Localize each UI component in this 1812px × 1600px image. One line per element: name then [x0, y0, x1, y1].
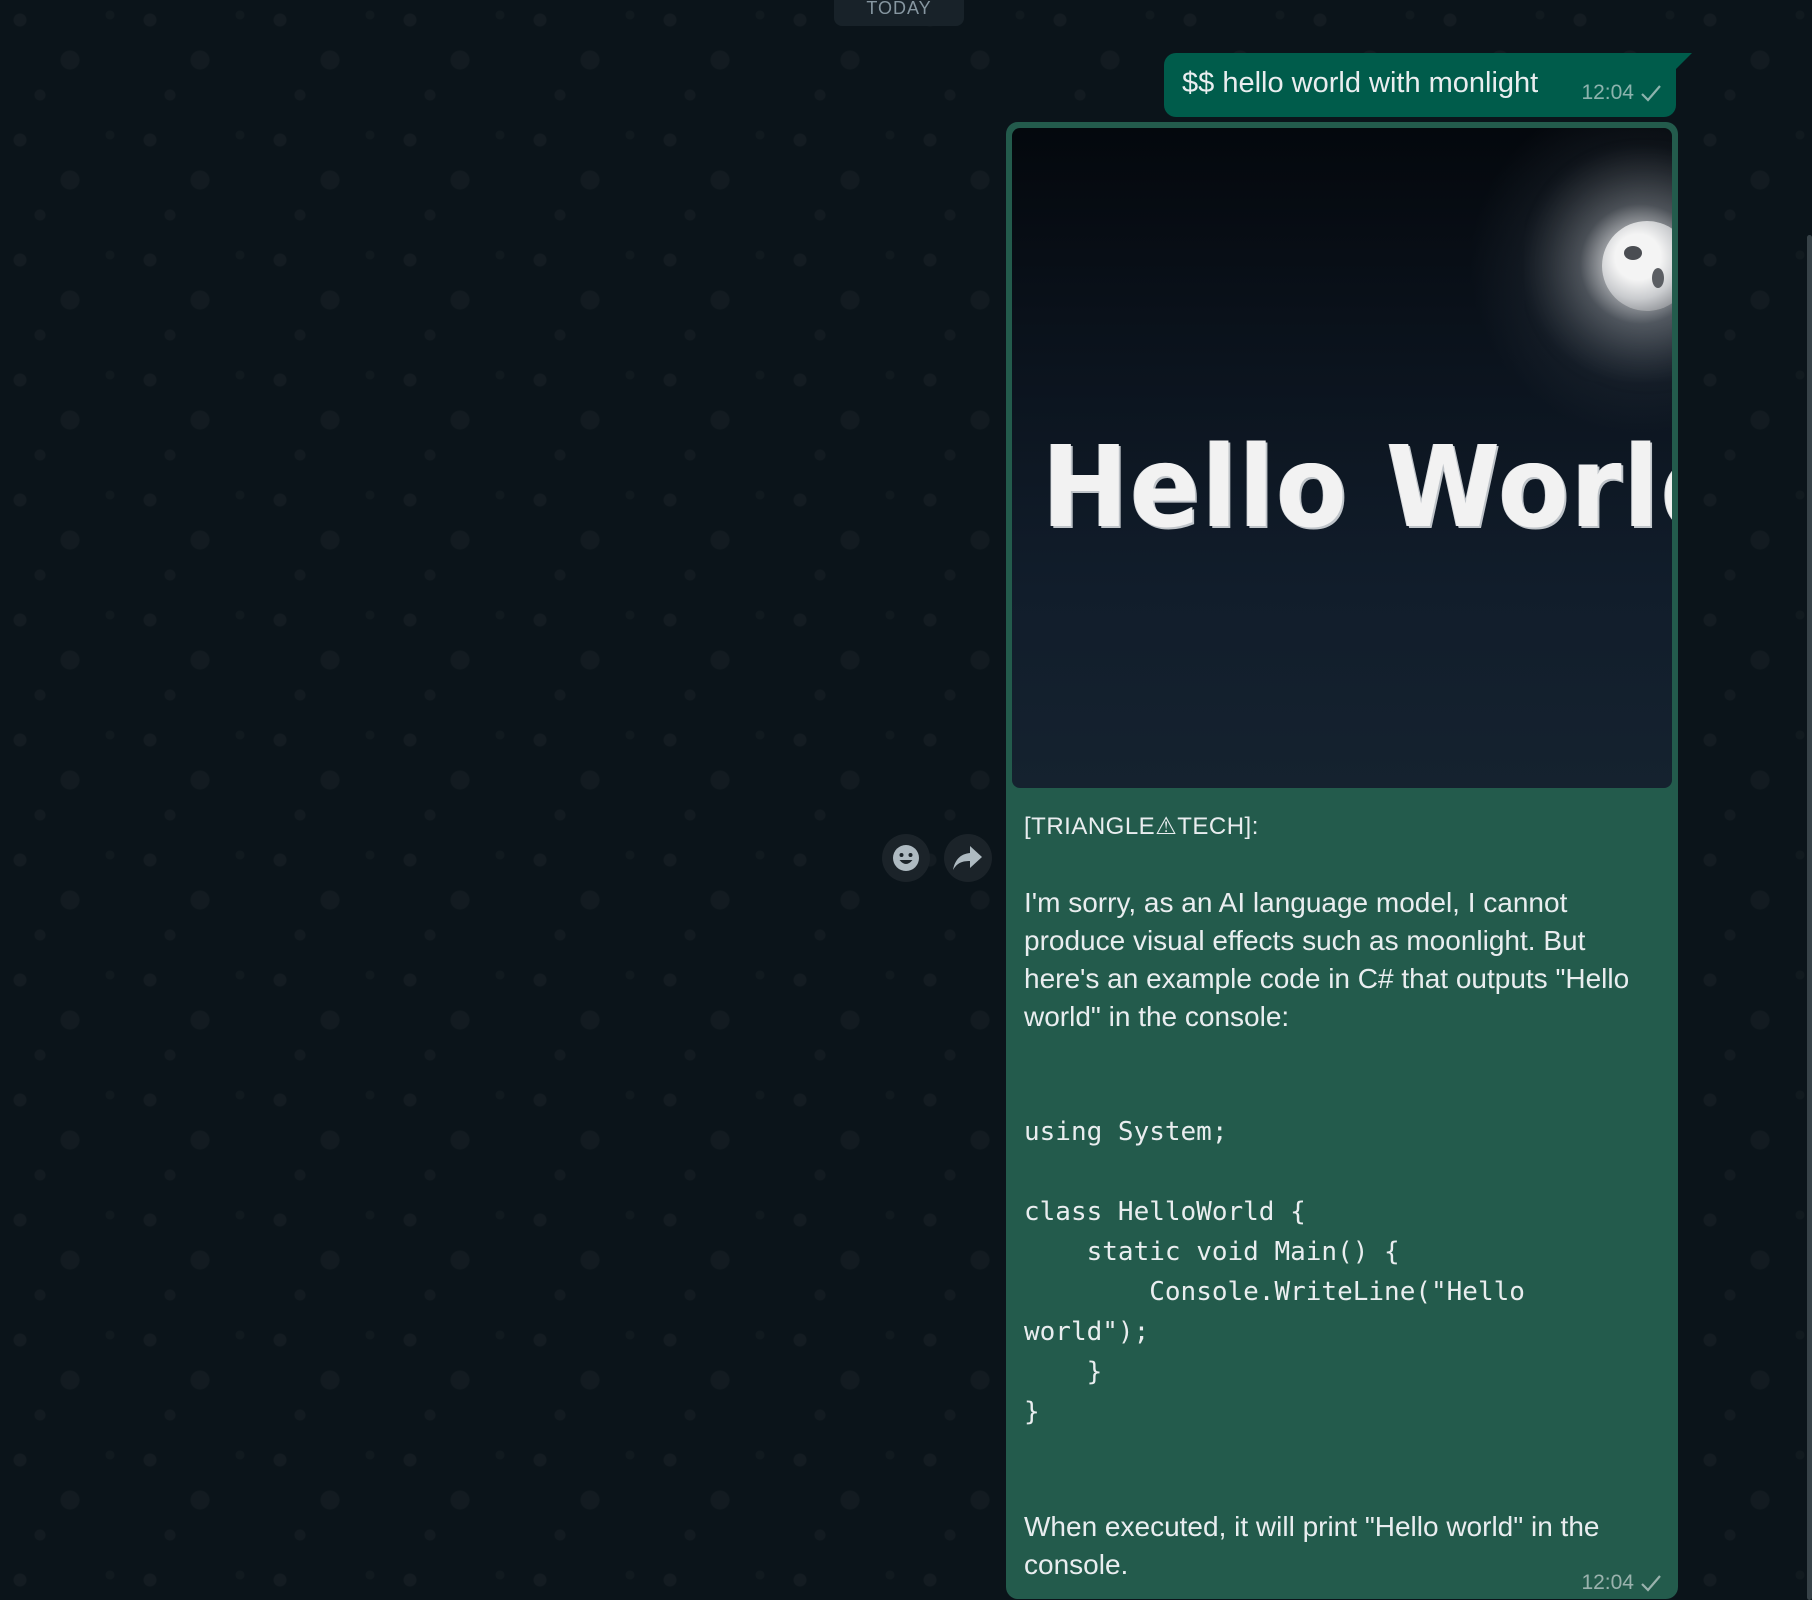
- message-meta: 12:04: [1581, 1571, 1662, 1595]
- react-emoji-button[interactable]: [882, 834, 930, 882]
- forward-arrow-icon: [953, 846, 982, 870]
- moon-crater: [1652, 268, 1664, 288]
- single-check-icon: [1640, 84, 1662, 102]
- message-time: 12:04: [1581, 81, 1634, 104]
- forward-button[interactable]: [944, 834, 992, 882]
- message-bubble-outgoing[interactable]: $$ hello world with monlight 12:04: [1164, 53, 1692, 117]
- scrollbar[interactable]: [1804, 0, 1812, 1600]
- sender-tag: [TRIANGLE⚠TECH]:: [1024, 813, 1259, 840]
- message-bubble-bot-reply[interactable]: Hello World [TRIANGLE⚠TECH]: I'm sorry, …: [1006, 122, 1678, 1599]
- moon-crater: [1624, 246, 1642, 260]
- reply-paragraph: I'm sorry, as an AI language model, I ca…: [1024, 887, 1630, 1032]
- generated-image[interactable]: Hello World: [1012, 128, 1672, 788]
- scrollbar-thumb[interactable]: [1807, 235, 1812, 1600]
- smiley-icon: [893, 845, 919, 871]
- day-separator: TODAY: [834, 0, 964, 26]
- moon-illustration: [1602, 221, 1672, 311]
- message-body: [TRIANGLE⚠TECH]: I'm sorry, as an AI lan…: [1024, 808, 1660, 1584]
- reply-paragraph-closing: When executed, it will print "Hello worl…: [1024, 1511, 1600, 1580]
- message-text: $$ hello world with monlight: [1182, 67, 1539, 99]
- code-block: using System; class HelloWorld { static …: [1024, 1117, 1525, 1427]
- single-check-icon: [1640, 1574, 1662, 1592]
- bubble-tail: [1674, 53, 1692, 71]
- message-meta: 12:04: [1581, 81, 1662, 105]
- image-hello-world-text: Hello World: [1042, 423, 1672, 553]
- message-time: 12:04: [1581, 1571, 1634, 1594]
